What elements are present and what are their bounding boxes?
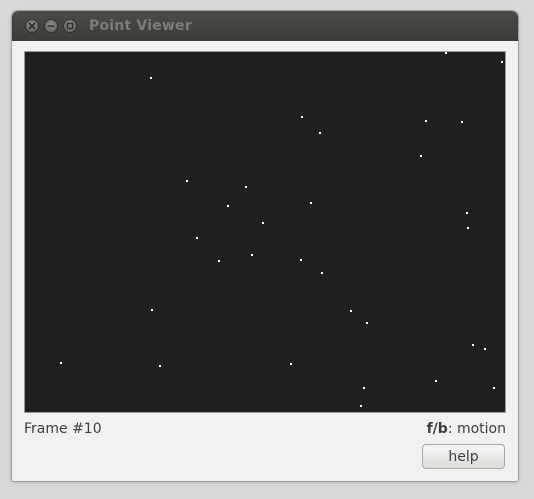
point-21 xyxy=(350,310,352,312)
minimize-button[interactable] xyxy=(44,19,58,33)
point-24 xyxy=(484,348,486,350)
point-0 xyxy=(150,77,152,79)
point-26 xyxy=(159,365,161,367)
motion-hint: f/b: motion xyxy=(427,421,506,437)
point-19 xyxy=(321,272,323,274)
point-4 xyxy=(319,132,321,134)
canvas-frame xyxy=(24,51,506,413)
close-icon xyxy=(28,22,36,30)
point-13 xyxy=(466,212,468,214)
point-9 xyxy=(245,186,247,188)
point-23 xyxy=(472,344,474,346)
point-18 xyxy=(300,259,302,261)
point-3 xyxy=(301,116,303,118)
close-button[interactable] xyxy=(25,19,39,33)
motion-hint-key: f/b xyxy=(426,421,448,437)
point-6 xyxy=(461,121,463,123)
help-button[interactable]: help xyxy=(422,444,505,469)
minimize-icon xyxy=(47,25,55,27)
maximize-button[interactable] xyxy=(63,19,77,33)
point-17 xyxy=(218,260,220,262)
point-31 xyxy=(360,405,362,407)
point-29 xyxy=(363,387,365,389)
point-27 xyxy=(290,363,292,365)
point-11 xyxy=(310,202,312,204)
point-28 xyxy=(435,380,437,382)
point-1 xyxy=(445,52,447,54)
point-15 xyxy=(196,237,198,239)
point-14 xyxy=(467,227,469,229)
point-viewer-window: Point Viewer Frame #10 f/b: motion help xyxy=(12,11,518,481)
point-30 xyxy=(493,387,495,389)
frame-counter: Frame #10 xyxy=(24,421,102,437)
point-5 xyxy=(425,120,427,122)
point-2 xyxy=(501,61,503,63)
point-25 xyxy=(60,362,62,364)
motion-hint-text: : motion xyxy=(447,421,506,437)
point-20 xyxy=(151,309,153,311)
point-16 xyxy=(251,254,253,256)
point-22 xyxy=(366,322,368,324)
point-7 xyxy=(420,155,422,157)
point-canvas[interactable] xyxy=(25,52,505,412)
point-8 xyxy=(186,180,188,182)
title-bar[interactable]: Point Viewer xyxy=(12,11,518,41)
window-title: Point Viewer xyxy=(89,18,192,34)
point-12 xyxy=(262,222,264,224)
maximize-icon xyxy=(66,22,74,30)
point-10 xyxy=(227,205,229,207)
points-plot xyxy=(60,52,503,407)
